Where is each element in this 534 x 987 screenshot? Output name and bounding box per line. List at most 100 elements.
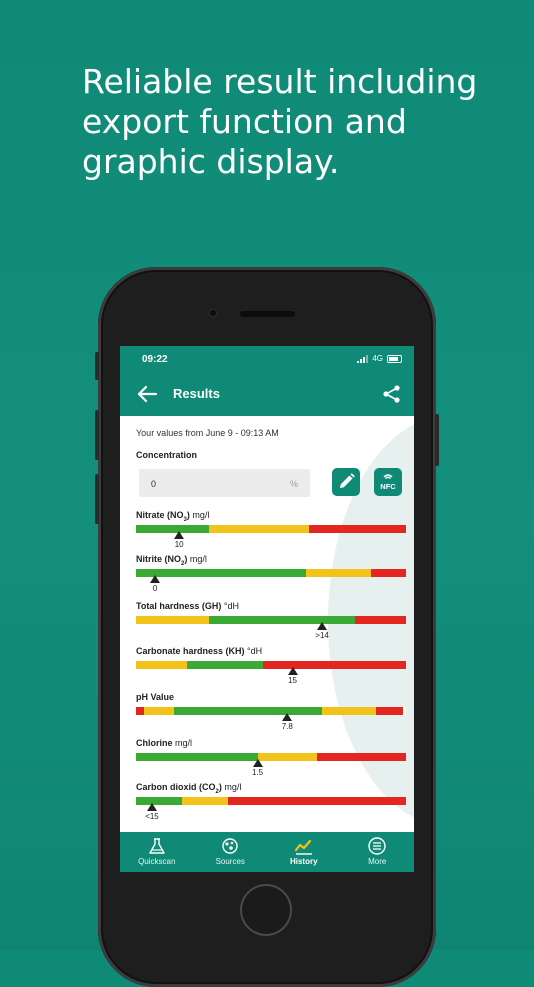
scale-bar bbox=[136, 707, 406, 715]
tab-quickscan[interactable]: Quickscan bbox=[120, 832, 194, 872]
sources-icon bbox=[222, 838, 238, 854]
parameter-name: pH Value bbox=[136, 692, 174, 702]
parameter-name-text: Carbon dioxid (CO bbox=[136, 782, 216, 792]
status-bar: 09:22 4G bbox=[120, 346, 414, 372]
scale-bar bbox=[136, 616, 406, 624]
parameter-row: Total hardness (GH) °dH >14 bbox=[136, 601, 406, 640]
pencil-icon bbox=[340, 473, 355, 488]
parameter-name-text: Nitrate (NO bbox=[136, 510, 184, 520]
parameter-row: Nitrate (NO3) mg/l 10 bbox=[136, 510, 406, 549]
parameter-name-text: pH Value bbox=[136, 692, 175, 702]
value-marker bbox=[149, 575, 160, 583]
parameter-row: Carbonate hardness (KH) °dH 15 bbox=[136, 646, 406, 685]
headline-line-1: Reliable result including bbox=[82, 62, 478, 101]
concentration-value: 0 bbox=[151, 479, 157, 489]
parameter-label: Chlorine mg/l bbox=[136, 738, 406, 748]
results-content: Your values from June 9 - 09:13 AM Conce… bbox=[120, 416, 414, 832]
menu-icon bbox=[368, 837, 386, 855]
flask-icon bbox=[149, 838, 165, 854]
results-date: Your values from June 9 - 09:13 AM bbox=[136, 428, 279, 438]
concentration-input[interactable]: 0 % bbox=[139, 469, 310, 497]
parameter-name: Nitrate (NO3) bbox=[136, 510, 190, 523]
parameter-name: Nitrite (NO2) bbox=[136, 554, 188, 567]
parameter-name: Carbonate hardness (KH) bbox=[136, 646, 245, 656]
scale-bar bbox=[136, 797, 406, 805]
tab-history[interactable]: History bbox=[267, 832, 341, 872]
parameter-row: Nitrite (NO2) mg/l 0 bbox=[136, 554, 406, 593]
scale-segment-yellow bbox=[257, 753, 317, 761]
edit-button[interactable] bbox=[332, 468, 360, 496]
scale-segment-green bbox=[136, 525, 209, 533]
scale-segment-red bbox=[354, 616, 406, 624]
tab-sources[interactable]: Sources bbox=[194, 832, 268, 872]
front-camera bbox=[208, 308, 218, 318]
value-marker bbox=[287, 667, 298, 675]
parameter-label: Carbon dioxid (CO2) mg/l bbox=[136, 782, 406, 795]
scale-segment-yellow bbox=[322, 707, 377, 715]
scale-segment-red bbox=[376, 707, 404, 715]
nfc-button[interactable]: NFC bbox=[374, 468, 402, 496]
parameter-name-text: Carbonate hardness (KH) bbox=[136, 646, 245, 656]
headline-line-3: graphic display. bbox=[82, 142, 340, 181]
home-button[interactable] bbox=[240, 884, 292, 936]
parameter-unit: °dH bbox=[223, 601, 239, 611]
scale-bar bbox=[136, 661, 406, 669]
share-icon[interactable] bbox=[382, 384, 402, 404]
scale-segment-red bbox=[308, 525, 406, 533]
tab-more[interactable]: More bbox=[341, 832, 415, 872]
back-arrow-icon[interactable] bbox=[136, 384, 158, 404]
parameter-name: Total hardness (GH) bbox=[136, 601, 221, 611]
value-marker bbox=[174, 531, 185, 539]
scale-bar bbox=[136, 753, 406, 761]
mute-switch bbox=[95, 352, 99, 380]
parameter-name-close: ) bbox=[184, 554, 188, 564]
status-time: 09:22 bbox=[142, 354, 168, 365]
phone-screen: 09:22 4G Results Your values from June 9… bbox=[120, 346, 414, 872]
page-title: Results bbox=[173, 386, 220, 401]
tab-label: Sources bbox=[215, 857, 245, 866]
nfc-icon: NFC bbox=[380, 474, 396, 491]
measured-value: 7.8 bbox=[281, 722, 293, 731]
scale-segment-red bbox=[136, 707, 145, 715]
measured-value: 1.5 bbox=[252, 768, 264, 777]
history-chart-icon bbox=[294, 839, 312, 855]
measured-value: 0 bbox=[152, 584, 158, 593]
network-type: 4G bbox=[372, 354, 383, 363]
scale-segment-red bbox=[227, 797, 406, 805]
earpiece-speaker bbox=[240, 311, 295, 317]
parameter-unit: mg/l bbox=[189, 554, 207, 564]
parameter-name: Carbon dioxid (CO2) bbox=[136, 782, 222, 795]
scale-segment-green bbox=[173, 707, 323, 715]
parameter-row: pH Value 7.8 bbox=[136, 692, 406, 731]
scale-segment-red bbox=[370, 569, 406, 577]
nfc-label: NFC bbox=[380, 482, 396, 491]
measured-value: >14 bbox=[315, 631, 329, 640]
parameter-label: Nitrate (NO3) mg/l bbox=[136, 510, 406, 523]
power-button bbox=[435, 414, 439, 466]
value-marker bbox=[282, 713, 293, 721]
scale-segment-red bbox=[316, 753, 406, 761]
measured-value: 15 bbox=[288, 676, 297, 685]
parameter-name-close: ) bbox=[186, 510, 190, 520]
parameter-unit: °dH bbox=[247, 646, 263, 656]
scale-bar bbox=[136, 569, 406, 577]
scale-segment-white bbox=[403, 707, 406, 715]
parameter-label: Nitrite (NO2) mg/l bbox=[136, 554, 406, 567]
scale-segment-green bbox=[136, 797, 182, 805]
parameter-name-close: ) bbox=[218, 782, 222, 792]
scale-segment-yellow bbox=[208, 525, 309, 533]
concentration-unit: % bbox=[289, 479, 298, 489]
scale-segment-yellow bbox=[306, 569, 371, 577]
scale-segment-yellow bbox=[136, 661, 188, 669]
scale-segment-yellow bbox=[181, 797, 228, 805]
scale-segment-red bbox=[262, 661, 406, 669]
parameter-unit: mg/l bbox=[175, 738, 193, 748]
scale-segment-green bbox=[187, 661, 263, 669]
parameter-name-text: Chlorine bbox=[136, 738, 173, 748]
parameter-row: Carbon dioxid (CO2) mg/l <15 bbox=[136, 782, 406, 821]
concentration-label: Concentration bbox=[136, 450, 198, 460]
parameter-label: Carbonate hardness (KH) °dH bbox=[136, 646, 406, 656]
scale-segment-green bbox=[136, 569, 307, 577]
parameter-name: Chlorine bbox=[136, 738, 173, 748]
tab-label: History bbox=[289, 857, 318, 866]
